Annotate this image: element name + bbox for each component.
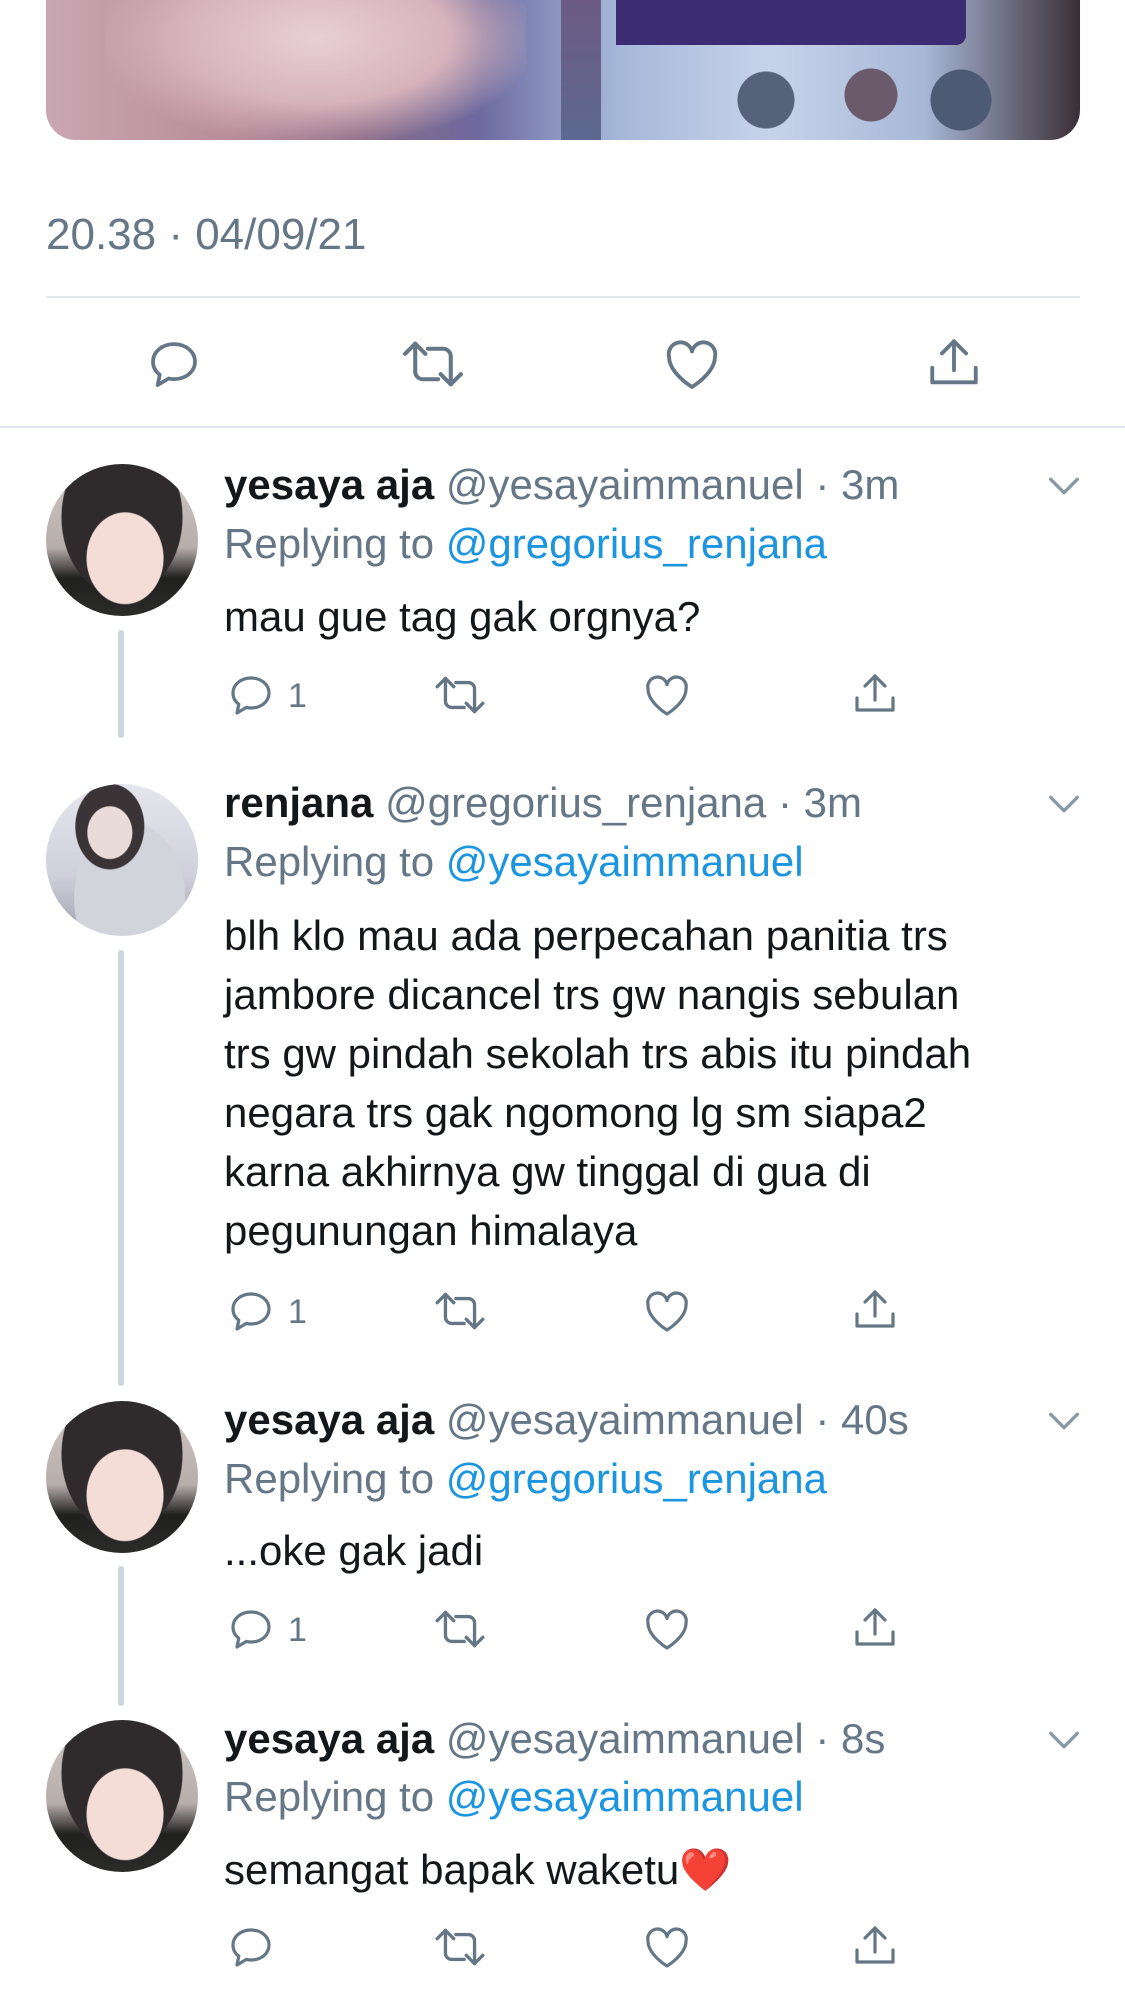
tweet-timestamp: 20.38 · 04/09/21 bbox=[46, 210, 367, 259]
tweet-text-line: blh klo mau ada perpecahan panitia trs bbox=[224, 912, 948, 959]
tweet-text: mau gue tag gak orgnya? bbox=[224, 593, 701, 640]
mention-link[interactable]: @gregorius_renjana bbox=[446, 1455, 827, 1502]
replying-prefix: Replying to bbox=[224, 838, 446, 885]
like-icon[interactable] bbox=[642, 1286, 692, 1336]
tweet-text-line: jambore dicancel trs gw nangis sebulan bbox=[224, 971, 960, 1018]
tweet-header: yesaya aja @yesayaimmanuel · 8s bbox=[224, 1714, 885, 1764]
retweet-icon[interactable] bbox=[432, 1286, 488, 1336]
retweet-icon[interactable] bbox=[432, 670, 488, 720]
divider bbox=[0, 426, 1125, 428]
display-name[interactable]: yesaya aja bbox=[224, 1715, 434, 1762]
handle-time: @yesayaimmanuel · 8s bbox=[445, 1715, 886, 1762]
thread-line bbox=[118, 630, 124, 738]
avatar[interactable] bbox=[46, 1401, 198, 1553]
mention-link[interactable]: @gregorius_renjana bbox=[446, 520, 827, 567]
tweet-text: semangat bapak waketu❤️ bbox=[224, 1840, 1084, 1899]
handle-time: @yesayaimmanuel · 3m bbox=[445, 461, 900, 508]
retweet-icon[interactable] bbox=[432, 1922, 488, 1972]
avatar[interactable] bbox=[46, 464, 198, 616]
reply-icon[interactable] bbox=[226, 1604, 276, 1654]
photo-hand bbox=[106, 0, 526, 140]
divider bbox=[46, 296, 1080, 298]
photo-illustration bbox=[706, 40, 1006, 140]
reply-icon[interactable] bbox=[226, 670, 276, 720]
like-icon[interactable] bbox=[642, 1922, 692, 1972]
replying-to: Replying to @yesayaimmanuel bbox=[224, 1772, 804, 1822]
photo-book-spine bbox=[561, 0, 601, 140]
reply-count: 1 bbox=[288, 677, 307, 715]
heart-emoji: ❤️ bbox=[679, 1846, 732, 1893]
handle-time: @yesayaimmanuel · 40s bbox=[445, 1396, 909, 1443]
reply-action-bar: 1 bbox=[224, 1282, 924, 1342]
replying-prefix: Replying to bbox=[224, 1455, 446, 1502]
display-name[interactable]: yesaya aja bbox=[224, 1396, 434, 1443]
tweet-text-line: negara trs gak ngomong lg sm siapa2 bbox=[224, 1089, 927, 1136]
tweet-text-line: trs gw pindah sekolah trs abis itu pinda… bbox=[224, 1030, 972, 1077]
tweet-text: blh klo mau ada perpecahan panitia trs j… bbox=[224, 906, 1084, 1260]
tweet-text-line: karna akhirnya gw tinggal di gua di bbox=[224, 1148, 871, 1195]
tweet-text-content: semangat bapak waketu bbox=[224, 1846, 680, 1893]
tweet-header: renjana @gregorius_renjana · 3m bbox=[224, 778, 862, 828]
thread-line bbox=[118, 950, 124, 1386]
replying-to: Replying to @gregorius_renjana bbox=[224, 519, 827, 569]
mention-link[interactable]: @yesayaimmanuel bbox=[446, 838, 804, 885]
avatar[interactable] bbox=[46, 1720, 198, 1872]
chevron-down-icon[interactable] bbox=[1044, 1720, 1084, 1760]
share-icon[interactable] bbox=[924, 332, 984, 394]
chevron-down-icon[interactable] bbox=[1044, 466, 1084, 506]
like-icon[interactable] bbox=[662, 334, 722, 394]
replying-prefix: Replying to bbox=[224, 1773, 446, 1820]
share-icon[interactable] bbox=[850, 1284, 900, 1336]
like-icon[interactable] bbox=[642, 670, 692, 720]
reply-icon[interactable] bbox=[144, 334, 204, 394]
tweet-header: yesaya aja @yesayaimmanuel · 3m bbox=[224, 460, 899, 510]
thread-line bbox=[118, 1566, 124, 1706]
tweet-header: yesaya aja @yesayaimmanuel · 40s bbox=[224, 1395, 909, 1445]
share-icon[interactable] bbox=[850, 1920, 900, 1972]
reply-icon[interactable] bbox=[226, 1922, 276, 1972]
share-icon[interactable] bbox=[850, 1602, 900, 1654]
reply-count: 1 bbox=[288, 1293, 307, 1331]
reply-count: 1 bbox=[288, 1611, 307, 1649]
replying-to: Replying to @yesayaimmanuel bbox=[224, 837, 804, 887]
display-name[interactable]: yesaya aja bbox=[224, 461, 434, 508]
reply-action-bar: 1 bbox=[224, 1600, 924, 1660]
like-icon[interactable] bbox=[642, 1604, 692, 1654]
chevron-down-icon[interactable] bbox=[1044, 1401, 1084, 1441]
tweet-text: ...oke gak jadi bbox=[224, 1527, 484, 1574]
display-name[interactable]: renjana bbox=[224, 779, 373, 826]
replying-to: Replying to @gregorius_renjana bbox=[224, 1454, 827, 1504]
chevron-down-icon[interactable] bbox=[1044, 784, 1084, 824]
retweet-icon[interactable] bbox=[398, 334, 468, 394]
reply-action-bar bbox=[224, 1918, 924, 1978]
reply-action-bar: 1 bbox=[224, 666, 924, 726]
reply-icon[interactable] bbox=[226, 1286, 276, 1336]
replying-prefix: Replying to bbox=[224, 520, 446, 567]
handle-time: @gregorius_renjana · 3m bbox=[385, 779, 862, 826]
tweet-media-image[interactable] bbox=[46, 0, 1080, 140]
tweet-action-bar bbox=[0, 322, 1125, 402]
tweet-text-line: pegunungan himalaya bbox=[224, 1207, 638, 1254]
retweet-icon[interactable] bbox=[432, 1604, 488, 1654]
photo-book-cover bbox=[616, 0, 966, 45]
avatar[interactable] bbox=[46, 784, 198, 936]
mention-link[interactable]: @yesayaimmanuel bbox=[446, 1773, 804, 1820]
share-icon[interactable] bbox=[850, 668, 900, 720]
